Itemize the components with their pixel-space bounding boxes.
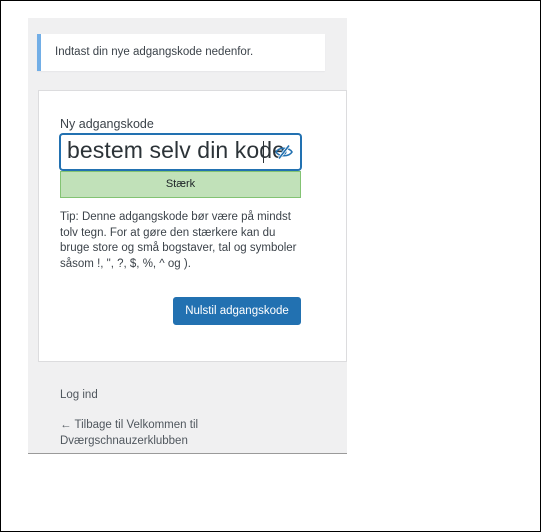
eye-slash-icon (275, 145, 293, 159)
info-message: Indtast din nye adgangskode nedenfor. (37, 34, 325, 71)
password-hint: Tip: Denne adgangskode bør være på minds… (60, 211, 297, 270)
password-label: Ny adgangskode (60, 117, 154, 131)
divider (28, 453, 347, 454)
text-cursor (263, 141, 264, 163)
login-link[interactable]: Log ind (60, 389, 98, 401)
toggle-password-visibility-button[interactable] (271, 140, 297, 164)
password-strength-indicator: Stærk (60, 171, 301, 198)
password-value: bestem selv din kode (67, 137, 286, 163)
info-message-text: Indtast din nye adgangskode nedenfor. (55, 46, 254, 58)
back-to-site-link[interactable]: ← Tilbage til Velkommen til Dværgschnauz… (60, 418, 260, 449)
reset-password-button[interactable]: Nulstil adgangskode (173, 297, 301, 325)
new-password-input[interactable]: bestem selv din kode (60, 134, 301, 170)
